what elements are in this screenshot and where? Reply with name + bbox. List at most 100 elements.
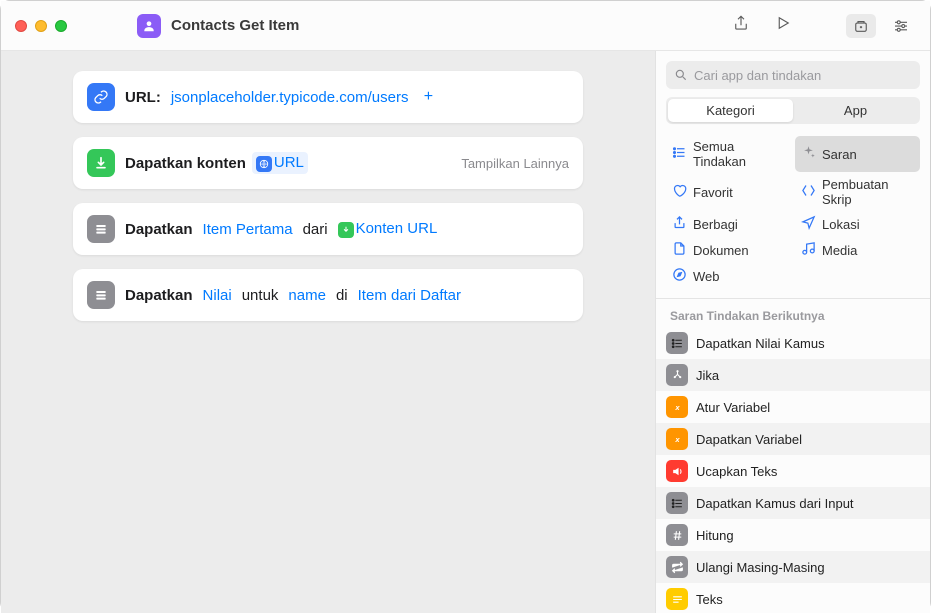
category-dokumen[interactable]: Dokumen xyxy=(666,238,791,262)
list-icon xyxy=(666,492,688,514)
svg-text:x: x xyxy=(674,435,680,444)
action-get-value[interactable]: Dapatkan Nilai untuk name di Item dari D… xyxy=(73,269,583,321)
action-label: Dapatkan xyxy=(125,221,193,238)
url-value[interactable]: jsonplaceholder.typicode.com/users xyxy=(167,87,413,108)
suggestion-list: Dapatkan Nilai Kamus Jika x Atur Variabel x D… xyxy=(656,327,930,613)
suggestion-label: Hitung xyxy=(696,528,734,543)
globe-icon xyxy=(256,156,272,172)
category-label: Berbagi xyxy=(693,217,738,232)
titlebar: Contacts Get Item xyxy=(1,1,930,51)
suggestion-label: Atur Variabel xyxy=(696,400,770,415)
suggestion-label: Dapatkan Variabel xyxy=(696,432,802,447)
suggestion-label: Teks xyxy=(696,592,723,607)
key-token[interactable]: name xyxy=(284,285,330,306)
category-pembuatan-skrip[interactable]: Pembuatan Skrip xyxy=(795,174,920,210)
category-label: Saran xyxy=(822,147,857,162)
minimize-window-button[interactable] xyxy=(35,20,47,32)
heart-icon xyxy=(672,183,687,201)
category-label: Dokumen xyxy=(693,243,749,258)
page-title: Contacts Get Item xyxy=(171,17,299,34)
category-label: Pembuatan Skrip xyxy=(822,177,914,207)
item-selector-token[interactable]: Item Pertama xyxy=(199,219,297,240)
category-label: Web xyxy=(693,269,720,284)
hash-icon xyxy=(666,524,688,546)
suggestion-item[interactable]: Jika xyxy=(656,359,930,391)
list-icon xyxy=(87,281,115,309)
action-label: di xyxy=(336,287,348,304)
value-token[interactable]: Nilai xyxy=(199,285,236,306)
suggestion-item[interactable]: x Atur Variabel xyxy=(656,391,930,423)
action-url[interactable]: URL: jsonplaceholder.typicode.com/users … xyxy=(73,71,583,123)
action-label: Dapatkan konten xyxy=(125,155,246,172)
category-label: Semua Tindakan xyxy=(693,139,785,169)
svg-text:x: x xyxy=(674,403,680,412)
library-tabs: Kategori App xyxy=(666,97,920,124)
suggestion-label: Dapatkan Kamus dari Input xyxy=(696,496,854,511)
speaker-icon xyxy=(666,460,688,482)
safari-icon xyxy=(672,267,687,285)
action-get-contents[interactable]: Dapatkan konten URL Tampilkan Lainnya xyxy=(73,137,583,189)
category-label: Media xyxy=(822,243,857,258)
section-title: Saran Tindakan Berikutnya xyxy=(656,299,930,327)
source-token[interactable]: Item dari Daftar xyxy=(354,285,465,306)
library-sidebar: Kategori App Semua Tindakan Saran Favorit P… xyxy=(655,51,930,613)
category-semua-tindakan[interactable]: Semua Tindakan xyxy=(666,136,791,172)
run-button[interactable] xyxy=(774,14,792,37)
category-web[interactable]: Web xyxy=(666,264,791,288)
content-variable-token[interactable]: Konten URL xyxy=(334,218,442,239)
link-icon xyxy=(87,83,115,111)
app-icon xyxy=(137,14,161,38)
action-get-item[interactable]: Dapatkan Item Pertama dari Konten URL xyxy=(73,203,583,255)
suggestion-item[interactable]: Ucapkan Teks xyxy=(656,455,930,487)
suggestion-label: Jika xyxy=(696,368,719,383)
window-controls xyxy=(15,20,67,32)
action-label: dari xyxy=(303,221,328,238)
suggestion-item[interactable]: Dapatkan Kamus dari Input xyxy=(656,487,930,519)
category-saran[interactable]: Saran xyxy=(795,136,920,172)
tab-app[interactable]: App xyxy=(793,99,918,122)
suggestion-label: Dapatkan Nilai Kamus xyxy=(696,336,825,351)
action-label: URL: xyxy=(125,89,161,106)
suggestion-item[interactable]: Teks xyxy=(656,583,930,613)
workflow-canvas[interactable]: URL: jsonplaceholder.typicode.com/users … xyxy=(1,51,655,613)
text-icon xyxy=(666,588,688,610)
search-input[interactable] xyxy=(694,68,912,83)
share-icon xyxy=(672,215,687,233)
suggestion-item[interactable]: x Dapatkan Variabel xyxy=(656,423,930,455)
varx-icon: x xyxy=(666,428,688,450)
tab-kategori[interactable]: Kategori xyxy=(668,99,793,122)
category-media[interactable]: Media xyxy=(795,238,920,262)
suggestion-item[interactable]: Ulangi Masing-Masing xyxy=(656,551,930,583)
library-toggle[interactable] xyxy=(846,14,876,38)
varx-icon: x xyxy=(666,396,688,418)
list-icon xyxy=(666,332,688,354)
settings-toggle[interactable] xyxy=(886,14,916,38)
repeat-icon xyxy=(666,556,688,578)
action-label: untuk xyxy=(242,287,279,304)
suggestion-item[interactable]: Hitung xyxy=(656,519,930,551)
download-icon xyxy=(87,149,115,177)
search-field[interactable] xyxy=(666,61,920,89)
script-icon xyxy=(801,183,816,201)
category-label: Favorit xyxy=(693,185,733,200)
search-icon xyxy=(674,68,688,82)
sparkle-icon xyxy=(801,145,816,163)
url-variable-token[interactable]: URL xyxy=(252,152,308,173)
share-icon[interactable] xyxy=(732,14,750,37)
document-icon xyxy=(672,241,687,259)
location-icon xyxy=(801,215,816,233)
suggestion-item[interactable]: Dapatkan Nilai Kamus xyxy=(656,327,930,359)
add-url-button[interactable]: + xyxy=(418,87,438,107)
branch-icon xyxy=(666,364,688,386)
action-label: Dapatkan xyxy=(125,287,193,304)
close-window-button[interactable] xyxy=(15,20,27,32)
category-lokasi[interactable]: Lokasi xyxy=(795,212,920,236)
category-favorit[interactable]: Favorit xyxy=(666,174,791,210)
show-more-button[interactable]: Tampilkan Lainnya xyxy=(461,156,569,171)
zoom-window-button[interactable] xyxy=(55,20,67,32)
music-icon xyxy=(801,241,816,259)
suggestion-label: Ulangi Masing-Masing xyxy=(696,560,825,575)
category-berbagi[interactable]: Berbagi xyxy=(666,212,791,236)
category-label: Lokasi xyxy=(822,217,860,232)
suggestion-label: Ucapkan Teks xyxy=(696,464,777,479)
